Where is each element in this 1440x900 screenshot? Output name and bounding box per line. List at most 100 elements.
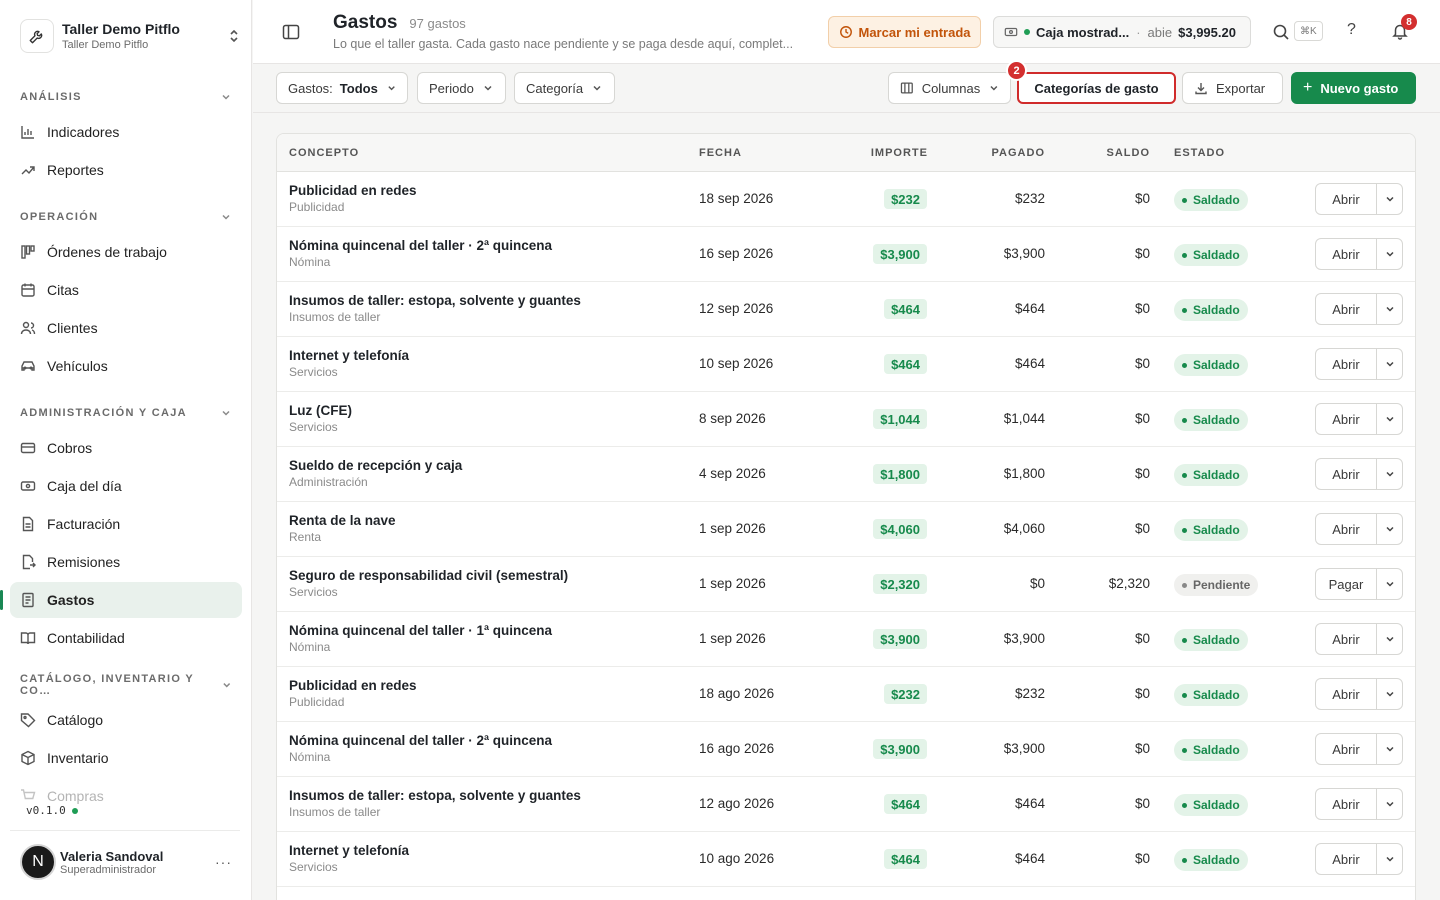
row-menu-button[interactable]: [1377, 569, 1402, 599]
columns-dropdown[interactable]: Columnas: [888, 72, 1011, 104]
export-button[interactable]: Exportar: [1182, 72, 1283, 104]
paid-cell: $464: [1014, 356, 1045, 371]
table-row[interactable]: Internet y telefonía Servicios 10 ago 20…: [277, 832, 1415, 887]
pay-button[interactable]: Pagar: [1316, 569, 1377, 599]
concept-category: Servicios: [289, 365, 338, 379]
open-button[interactable]: Abrir: [1316, 624, 1377, 654]
open-button[interactable]: Abrir: [1316, 734, 1377, 764]
open-button[interactable]: Abrir: [1316, 404, 1377, 434]
open-button[interactable]: Abrir: [1316, 294, 1377, 324]
section-analisis[interactable]: ANÁLISIS: [10, 80, 242, 114]
sidebar-item-gastos[interactable]: Gastos: [0, 582, 242, 618]
open-button[interactable]: Abrir: [1316, 184, 1377, 214]
chevron-down-icon: [222, 214, 230, 220]
status-dot: [1182, 802, 1187, 808]
filter-status-dropdown[interactable]: Gastos: Todos: [276, 72, 408, 104]
open-button[interactable]: Abrir: [1316, 514, 1377, 544]
row-menu-button[interactable]: [1377, 404, 1402, 434]
row-menu-button[interactable]: [1377, 184, 1402, 214]
row-menu-button[interactable]: [1377, 349, 1402, 379]
user-menu[interactable]: N Valeria Sandoval Superadministrador ··…: [20, 842, 242, 882]
sidebar-item-citas[interactable]: Citas: [10, 272, 242, 308]
row-actions: Abrir: [1315, 348, 1403, 380]
open-button[interactable]: Abrir: [1316, 844, 1377, 874]
row-menu-button[interactable]: [1377, 294, 1402, 324]
sidebar-item-vehiculos[interactable]: Vehículos: [10, 348, 242, 384]
page-description: Lo que el taller gasta. Cada gasto nace …: [333, 37, 794, 51]
new-expense-button[interactable]: + Nuevo gasto: [1291, 72, 1416, 104]
table-row[interactable]: Renta de la nave Renta 1 sep 2026 $4,060…: [277, 502, 1415, 557]
kanban-icon: [21, 245, 35, 259]
row-menu-button[interactable]: [1377, 239, 1402, 269]
col-paid[interactable]: PAGADO: [992, 147, 1045, 159]
open-button[interactable]: Abrir: [1316, 459, 1377, 489]
table-row[interactable]: Publicidad en redes Publicidad 18 sep 20…: [277, 172, 1415, 227]
sidebar-item-contabilidad[interactable]: Contabilidad: [10, 620, 242, 656]
table-row[interactable]: Insumos de taller: estopa, solvente y gu…: [277, 777, 1415, 832]
open-button[interactable]: Abrir: [1316, 679, 1377, 709]
amount-badge: $3,900: [873, 244, 927, 264]
open-button[interactable]: Abrir: [1316, 789, 1377, 819]
concept-title: Publicidad en redes: [289, 183, 417, 198]
row-menu-button[interactable]: [1377, 679, 1402, 709]
section-administracion[interactable]: ADMINISTRACIÓN Y CAJA: [10, 396, 242, 430]
sidebar-item-facturacion[interactable]: Facturación: [10, 506, 242, 542]
section-catalogo[interactable]: CATÁLOGO, INVENTARIO Y CO…: [10, 668, 242, 702]
sidebar-item-ordenes[interactable]: Órdenes de trabajo: [10, 234, 242, 270]
search-icon[interactable]: [1272, 23, 1290, 41]
period-dropdown[interactable]: Periodo: [417, 72, 506, 104]
table-row[interactable]: Seguro de responsabilidad civil (semestr…: [277, 557, 1415, 612]
amount-badge: $1,044: [873, 409, 927, 429]
chevron-down-icon: [1385, 251, 1394, 257]
table-row[interactable]: Internet y telefonía Servicios 10 sep 20…: [277, 337, 1415, 392]
concept-category: Servicios: [289, 585, 338, 599]
paid-cell: $464: [1014, 851, 1045, 866]
sidebar-item-cobros[interactable]: Cobros: [10, 430, 242, 466]
concept-category: Nómina: [289, 640, 331, 654]
col-concept[interactable]: CONCEPTO: [289, 147, 359, 159]
cash-register-status[interactable]: Caja mostrad... · abie $3,995.20: [993, 16, 1251, 48]
table-row[interactable]: Sueldo de recepción y caja Administració…: [277, 447, 1415, 502]
row-menu-button[interactable]: [1377, 459, 1402, 489]
table-row[interactable]: Insumos de taller: estopa, solvente y gu…: [277, 282, 1415, 337]
page-header: Gastos 97 gastos Lo que el taller gasta.…: [253, 0, 1440, 64]
clock-in-button[interactable]: Marcar mi entrada: [828, 16, 981, 48]
sidebar-item-remisiones[interactable]: Remisiones: [10, 544, 242, 580]
section-operacion[interactable]: OPERACIÓN: [10, 200, 242, 234]
col-status[interactable]: ESTADO: [1174, 147, 1225, 159]
row-menu-button[interactable]: [1377, 734, 1402, 764]
col-balance[interactable]: SALDO: [1107, 147, 1151, 159]
row-menu-button[interactable]: [1377, 844, 1402, 874]
paid-cell: $232: [1014, 191, 1045, 206]
balance-cell: $0: [1134, 796, 1150, 811]
row-menu-button[interactable]: [1377, 514, 1402, 544]
sidebar-item-catalogo[interactable]: Catálogo: [10, 702, 242, 738]
row-actions: Abrir: [1315, 513, 1403, 545]
row-menu-button[interactable]: [1377, 624, 1402, 654]
row-menu-button[interactable]: [1377, 789, 1402, 819]
col-date[interactable]: FECHA: [699, 147, 742, 159]
table-row[interactable]: Nómina quincenal del taller · 2ª quincen…: [277, 722, 1415, 777]
sidebar-item-clientes[interactable]: Clientes: [10, 310, 242, 346]
table-row[interactable]: Nómina quincenal del taller · 2ª quincen…: [277, 227, 1415, 282]
category-dropdown[interactable]: Categoría: [514, 72, 615, 104]
chevron-down-icon: [1385, 801, 1394, 807]
table-row[interactable]: Nómina quincenal del taller · 1ª quincen…: [277, 612, 1415, 667]
sidebar-item-caja[interactable]: Caja del día: [10, 468, 242, 504]
more-icon[interactable]: ···: [215, 854, 242, 870]
sidebar-item-reportes[interactable]: Reportes: [10, 152, 242, 188]
table-row[interactable]: Luz (CFE) Servicios 8 sep 2026 $1,044 $1…: [277, 392, 1415, 447]
help-icon[interactable]: ?: [1347, 21, 1356, 39]
expense-categories-button[interactable]: Categorías de gasto: [1017, 72, 1176, 104]
concept-category: Servicios: [289, 860, 338, 874]
sidebar-item-indicadores[interactable]: Indicadores: [10, 114, 242, 150]
columns-icon: [900, 82, 913, 94]
sidebar-item-inventario[interactable]: Inventario: [10, 740, 242, 776]
open-button[interactable]: Abrir: [1316, 239, 1377, 269]
date-cell: 12 ago 2026: [699, 796, 775, 811]
table-row[interactable]: Publicidad en redes Publicidad 18 ago 20…: [277, 667, 1415, 722]
col-amount[interactable]: IMPORTE: [871, 147, 928, 159]
sidebar-toggle-icon[interactable]: [281, 22, 301, 42]
open-button[interactable]: Abrir: [1316, 349, 1377, 379]
workspace-switcher[interactable]: Taller Demo Pitflo Taller Demo Pitflo: [20, 16, 242, 56]
